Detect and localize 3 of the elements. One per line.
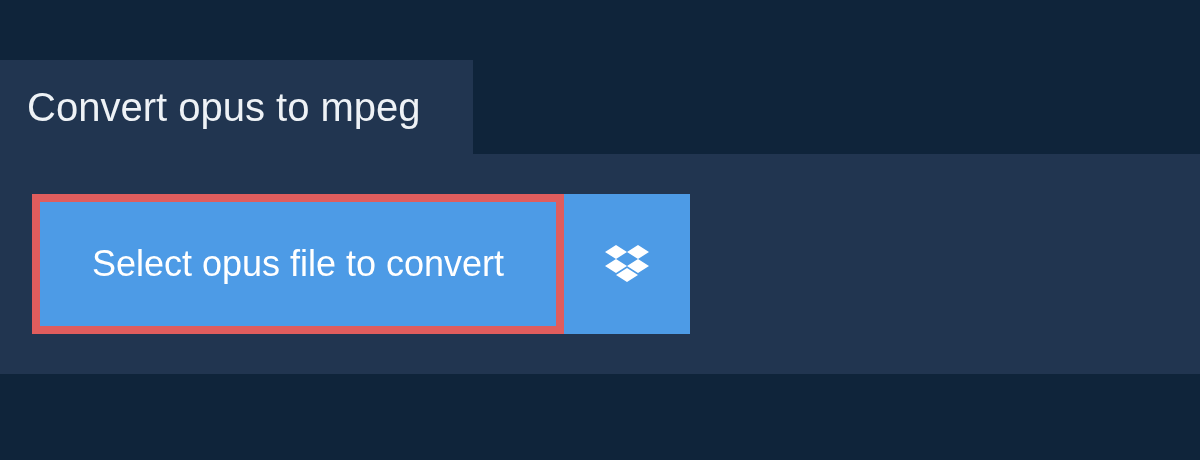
dropbox-icon — [605, 245, 649, 283]
tab[interactable]: Convert opus to mpeg — [0, 60, 473, 154]
dropbox-button[interactable] — [564, 194, 690, 334]
